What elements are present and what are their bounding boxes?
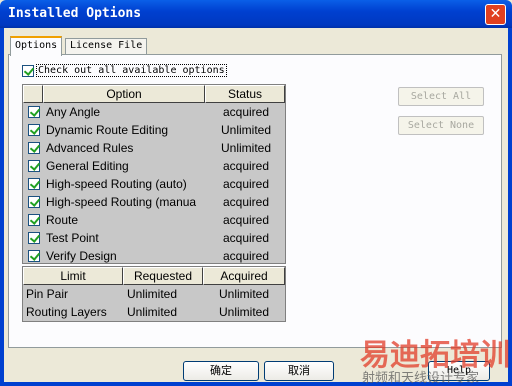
option-name: Test Point — [46, 231, 99, 245]
tab-license-file[interactable]: License File — [65, 38, 148, 54]
limit-acquired: Unlimited — [219, 287, 270, 301]
option-status: acquired — [222, 105, 270, 119]
option-status: acquired — [222, 213, 270, 227]
select-all-button[interactable]: Select All — [398, 87, 484, 106]
option-row[interactable]: Dynamic Route Editing Unlimited — [23, 121, 285, 139]
option-checkbox[interactable] — [28, 160, 40, 172]
limit-acquired: Unlimited — [219, 305, 270, 319]
header-requested[interactable]: Requested — [123, 267, 203, 285]
option-row[interactable]: Test Point acquired — [23, 229, 285, 247]
limit-name: Routing Layers — [26, 305, 107, 319]
option-name: High-speed Routing (manua — [46, 195, 197, 209]
option-name: Dynamic Route Editing — [46, 123, 169, 137]
option-checkbox[interactable] — [28, 196, 40, 208]
option-status: acquired — [222, 159, 270, 173]
header-acquired[interactable]: Acquired — [203, 267, 285, 285]
header-limit[interactable]: Limit — [23, 267, 123, 285]
option-name: Advanced Rules — [46, 141, 134, 155]
close-icon[interactable]: ✕ — [485, 4, 506, 25]
option-checkbox[interactable] — [28, 232, 40, 244]
watermark-sub-text: 射频和天线设计专家 — [362, 371, 480, 386]
select-none-button[interactable]: Select None — [398, 116, 484, 135]
header-check-column — [23, 85, 43, 103]
limits-table: Limit Requested Acquired Pin Pair Unlimi… — [22, 266, 286, 322]
options-header: Option Status — [23, 85, 285, 103]
option-row[interactable]: Route acquired — [23, 211, 285, 229]
limit-row[interactable]: Routing Layers Unlimited Unlimited — [23, 303, 285, 321]
check-all-label: Check out all available options — [36, 64, 227, 77]
header-option[interactable]: Option — [43, 85, 205, 103]
options-list: Option Status Any Angle acquired Dynamic … — [22, 84, 286, 264]
option-row[interactable]: General Editing acquired — [23, 157, 285, 175]
cancel-button[interactable]: 取消 — [264, 361, 334, 381]
option-checkbox[interactable] — [28, 178, 40, 190]
check-all-option[interactable]: Check out all available options — [22, 64, 227, 77]
option-name: Any Angle — [46, 105, 101, 119]
option-row[interactable]: High-speed Routing (manua acquired — [23, 193, 285, 211]
option-name: Verify Design — [46, 249, 117, 263]
option-checkbox[interactable] — [28, 124, 40, 136]
option-status: acquired — [222, 195, 270, 209]
option-row[interactable]: Any Angle acquired — [23, 103, 285, 121]
option-status: acquired — [222, 177, 270, 191]
option-status: acquired — [222, 231, 270, 245]
option-row[interactable]: High-speed Routing (auto) acquired — [23, 175, 285, 193]
option-status: Unlimited — [220, 123, 271, 137]
option-name: General Editing — [46, 159, 129, 173]
option-name: High-speed Routing (auto) — [46, 177, 187, 191]
check-all-checkbox[interactable] — [22, 64, 34, 77]
window-title: Installed Options — [8, 6, 142, 21]
option-status: acquired — [222, 249, 270, 263]
option-checkbox[interactable] — [28, 250, 40, 262]
limit-name: Pin Pair — [26, 287, 69, 301]
limits-header: Limit Requested Acquired — [23, 267, 285, 285]
limit-row[interactable]: Pin Pair Unlimited Unlimited — [23, 285, 285, 303]
window-frame-left — [0, 28, 4, 386]
ok-button[interactable]: 确定 — [183, 361, 259, 381]
option-status: Unlimited — [220, 141, 271, 155]
watermark-logo: 易迪拓培训 射频和天线设计专家 — [360, 330, 510, 386]
limit-requested: Unlimited — [127, 305, 178, 319]
option-name: Route — [46, 213, 79, 227]
option-checkbox[interactable] — [28, 214, 40, 226]
header-status[interactable]: Status — [205, 85, 285, 103]
option-checkbox[interactable] — [28, 142, 40, 154]
tab-options[interactable]: Options — [10, 36, 63, 56]
option-checkbox[interactable] — [28, 106, 40, 118]
limit-requested: Unlimited — [127, 287, 178, 301]
title-bar: Installed Options ✕ — [0, 0, 512, 28]
option-row[interactable]: Verify Design acquired — [23, 247, 285, 265]
option-row[interactable]: Advanced Rules Unlimited — [23, 139, 285, 157]
